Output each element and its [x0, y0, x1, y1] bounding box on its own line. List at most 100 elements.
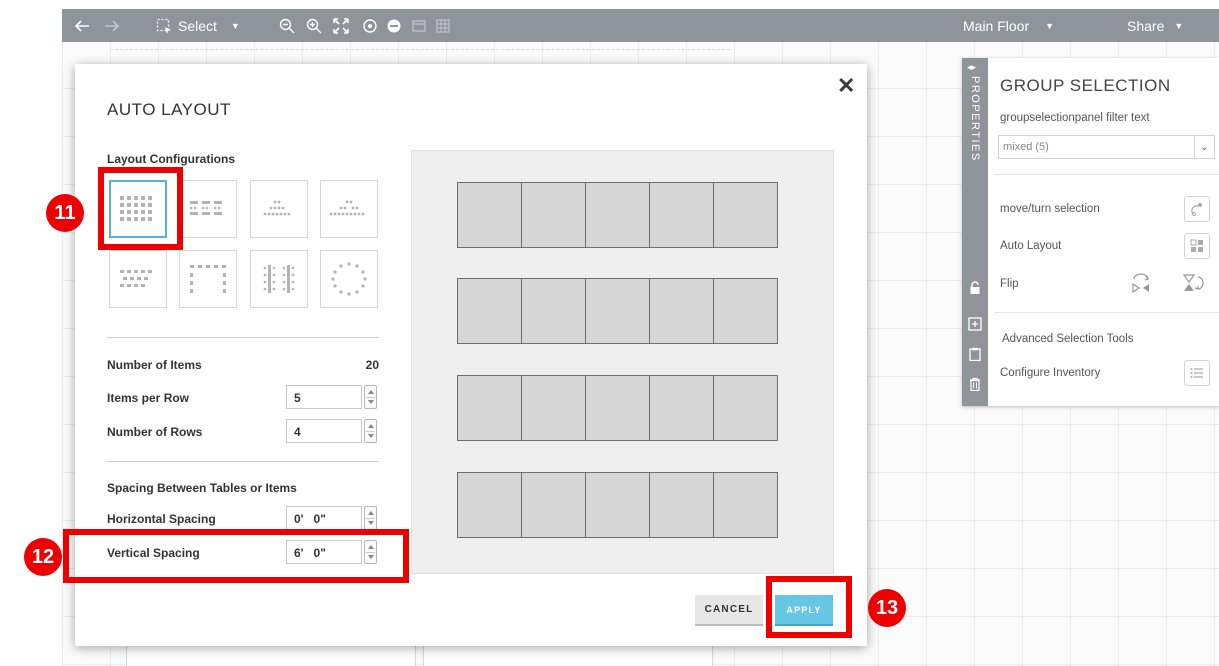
- remove-circle-icon[interactable]: [386, 9, 402, 42]
- back-arrow-icon[interactable]: [74, 9, 90, 42]
- layout-chevron-option[interactable]: [320, 180, 378, 238]
- select-tool-label: Select: [178, 17, 217, 34]
- select-tool-icon: [156, 18, 172, 34]
- floor-selector-label: Main Floor: [963, 17, 1030, 34]
- preview-item: [585, 278, 650, 344]
- layout-circle-option[interactable]: [320, 250, 378, 308]
- floor-selector[interactable]: Main Floor ▼: [963, 9, 1054, 42]
- preview-item: [713, 278, 778, 344]
- properties-tab[interactable]: ◂▸ PROPERTIES: [962, 58, 988, 406]
- add-box-icon[interactable]: [968, 317, 982, 331]
- section-divider: [107, 337, 379, 338]
- flip-horizontal-icon[interactable]: [1128, 270, 1154, 296]
- chevron-down-icon: ▼: [1045, 20, 1055, 31]
- preview-item: [585, 182, 650, 248]
- group-filter-select[interactable]: mixed (5) ⌄: [998, 135, 1215, 159]
- collapse-arrows-icon[interactable]: ◂▸: [967, 62, 976, 73]
- close-icon[interactable]: ✕: [837, 75, 855, 97]
- layer-icon[interactable]: [411, 9, 427, 42]
- number-of-rows-label: Number of Rows: [107, 425, 203, 439]
- canvas-table-shape[interactable]: [126, 645, 416, 666]
- layout-banquet-rows-option[interactable]: [250, 250, 308, 308]
- grid-icon[interactable]: [435, 9, 451, 42]
- panel-divider: [994, 312, 1219, 313]
- horizontal-spacing-label: Horizontal Spacing: [107, 512, 216, 526]
- chevron-down-icon: ▼: [1174, 20, 1184, 31]
- horizontal-spacing-input[interactable]: 0' 0": [286, 506, 362, 530]
- callout-box-12: [63, 529, 409, 583]
- clipboard-icon[interactable]: [968, 347, 982, 362]
- select-tool[interactable]: Select ▼: [156, 9, 240, 42]
- share-menu[interactable]: Share ▼: [1127, 9, 1183, 42]
- preview-item: [521, 472, 586, 538]
- preview-item: [457, 375, 522, 441]
- zoom-out-icon[interactable]: [279, 9, 295, 42]
- preview-item: [521, 278, 586, 344]
- canvas-table-shape[interactable]: [423, 645, 713, 666]
- callout-badge-13: 13: [868, 589, 906, 627]
- layout-u-shape-option[interactable]: [179, 250, 237, 308]
- layout-classroom-option[interactable]: [179, 180, 237, 238]
- number-of-items-label: Number of Items: [107, 358, 202, 372]
- properties-panel: ◂▸ PROPERTIES GROUP SELECTION groupselec…: [962, 58, 1219, 406]
- group-filter-value: mixed (5): [1003, 141, 1049, 153]
- number-of-rows-stepper[interactable]: [364, 419, 377, 443]
- configure-inventory-button[interactable]: [1184, 360, 1210, 386]
- chevron-down-icon: ⌄: [1194, 136, 1214, 158]
- layout-staggered-option[interactable]: [109, 250, 167, 308]
- preview-item: [713, 182, 778, 248]
- callout-box-13: [766, 576, 852, 638]
- fit-to-screen-icon[interactable]: [332, 9, 350, 42]
- items-per-row-stepper[interactable]: [364, 385, 377, 409]
- group-selection-title: GROUP SELECTION: [1000, 76, 1171, 95]
- preview-row: [457, 472, 778, 538]
- forward-arrow-icon[interactable]: [104, 9, 120, 42]
- properties-tab-label: PROPERTIES: [969, 76, 981, 162]
- preview-item: [457, 278, 522, 344]
- number-of-rows-input[interactable]: 4: [286, 419, 362, 443]
- configure-inventory-label: Configure Inventory: [1000, 367, 1101, 379]
- number-of-items-value: 20: [365, 358, 379, 372]
- share-label: Share: [1127, 17, 1165, 34]
- lock-icon[interactable]: [968, 281, 982, 295]
- advanced-selection-label: Advanced Selection Tools: [1002, 333, 1134, 345]
- top-toolbar: Select ▼ Main Floor ▼ Share ▼: [62, 9, 1219, 42]
- auto-layout-label: Auto Layout: [1000, 240, 1062, 252]
- filter-text-label: groupselectionpanel filter text: [1000, 112, 1150, 124]
- move-turn-button[interactable]: [1184, 196, 1210, 222]
- cancel-button[interactable]: CANCEL: [695, 595, 763, 626]
- preview-item: [521, 375, 586, 441]
- preview-item: [649, 472, 714, 538]
- zoom-in-icon[interactable]: [306, 9, 322, 42]
- layout-preview: [411, 150, 834, 574]
- horizontal-spacing-stepper[interactable]: [364, 506, 377, 530]
- items-per-row-label: Items per Row: [107, 391, 190, 405]
- preview-item: [649, 278, 714, 344]
- preview-item: [649, 375, 714, 441]
- callout-box-11: [98, 167, 183, 250]
- center-target-icon[interactable]: [362, 9, 378, 42]
- layout-theater-option[interactable]: [250, 180, 308, 238]
- preview-item: [713, 375, 778, 441]
- preview-item: [457, 182, 522, 248]
- auto-layout-button[interactable]: [1184, 233, 1210, 259]
- move-turn-label: move/turn selection: [1000, 203, 1100, 215]
- spacing-section-label: Spacing Between Tables or Items: [107, 481, 297, 495]
- layout-configurations-label: Layout Configurations: [107, 152, 235, 166]
- preview-item: [585, 375, 650, 441]
- preview-row: [457, 182, 778, 248]
- flip-vertical-icon[interactable]: [1180, 270, 1206, 296]
- canvas-selection-outline: [110, 49, 730, 50]
- trash-icon[interactable]: [968, 377, 982, 392]
- callout-badge-11: 11: [46, 194, 84, 232]
- preview-item: [713, 472, 778, 538]
- flip-label: Flip: [1000, 278, 1019, 290]
- items-per-row-input[interactable]: 5: [286, 385, 362, 409]
- preview-item: [521, 182, 586, 248]
- callout-badge-12: 12: [24, 538, 62, 576]
- panel-divider: [994, 174, 1219, 175]
- chevron-down-icon: ▼: [230, 20, 240, 31]
- preview-item: [649, 182, 714, 248]
- section-divider: [107, 461, 379, 462]
- preview-item: [457, 472, 522, 538]
